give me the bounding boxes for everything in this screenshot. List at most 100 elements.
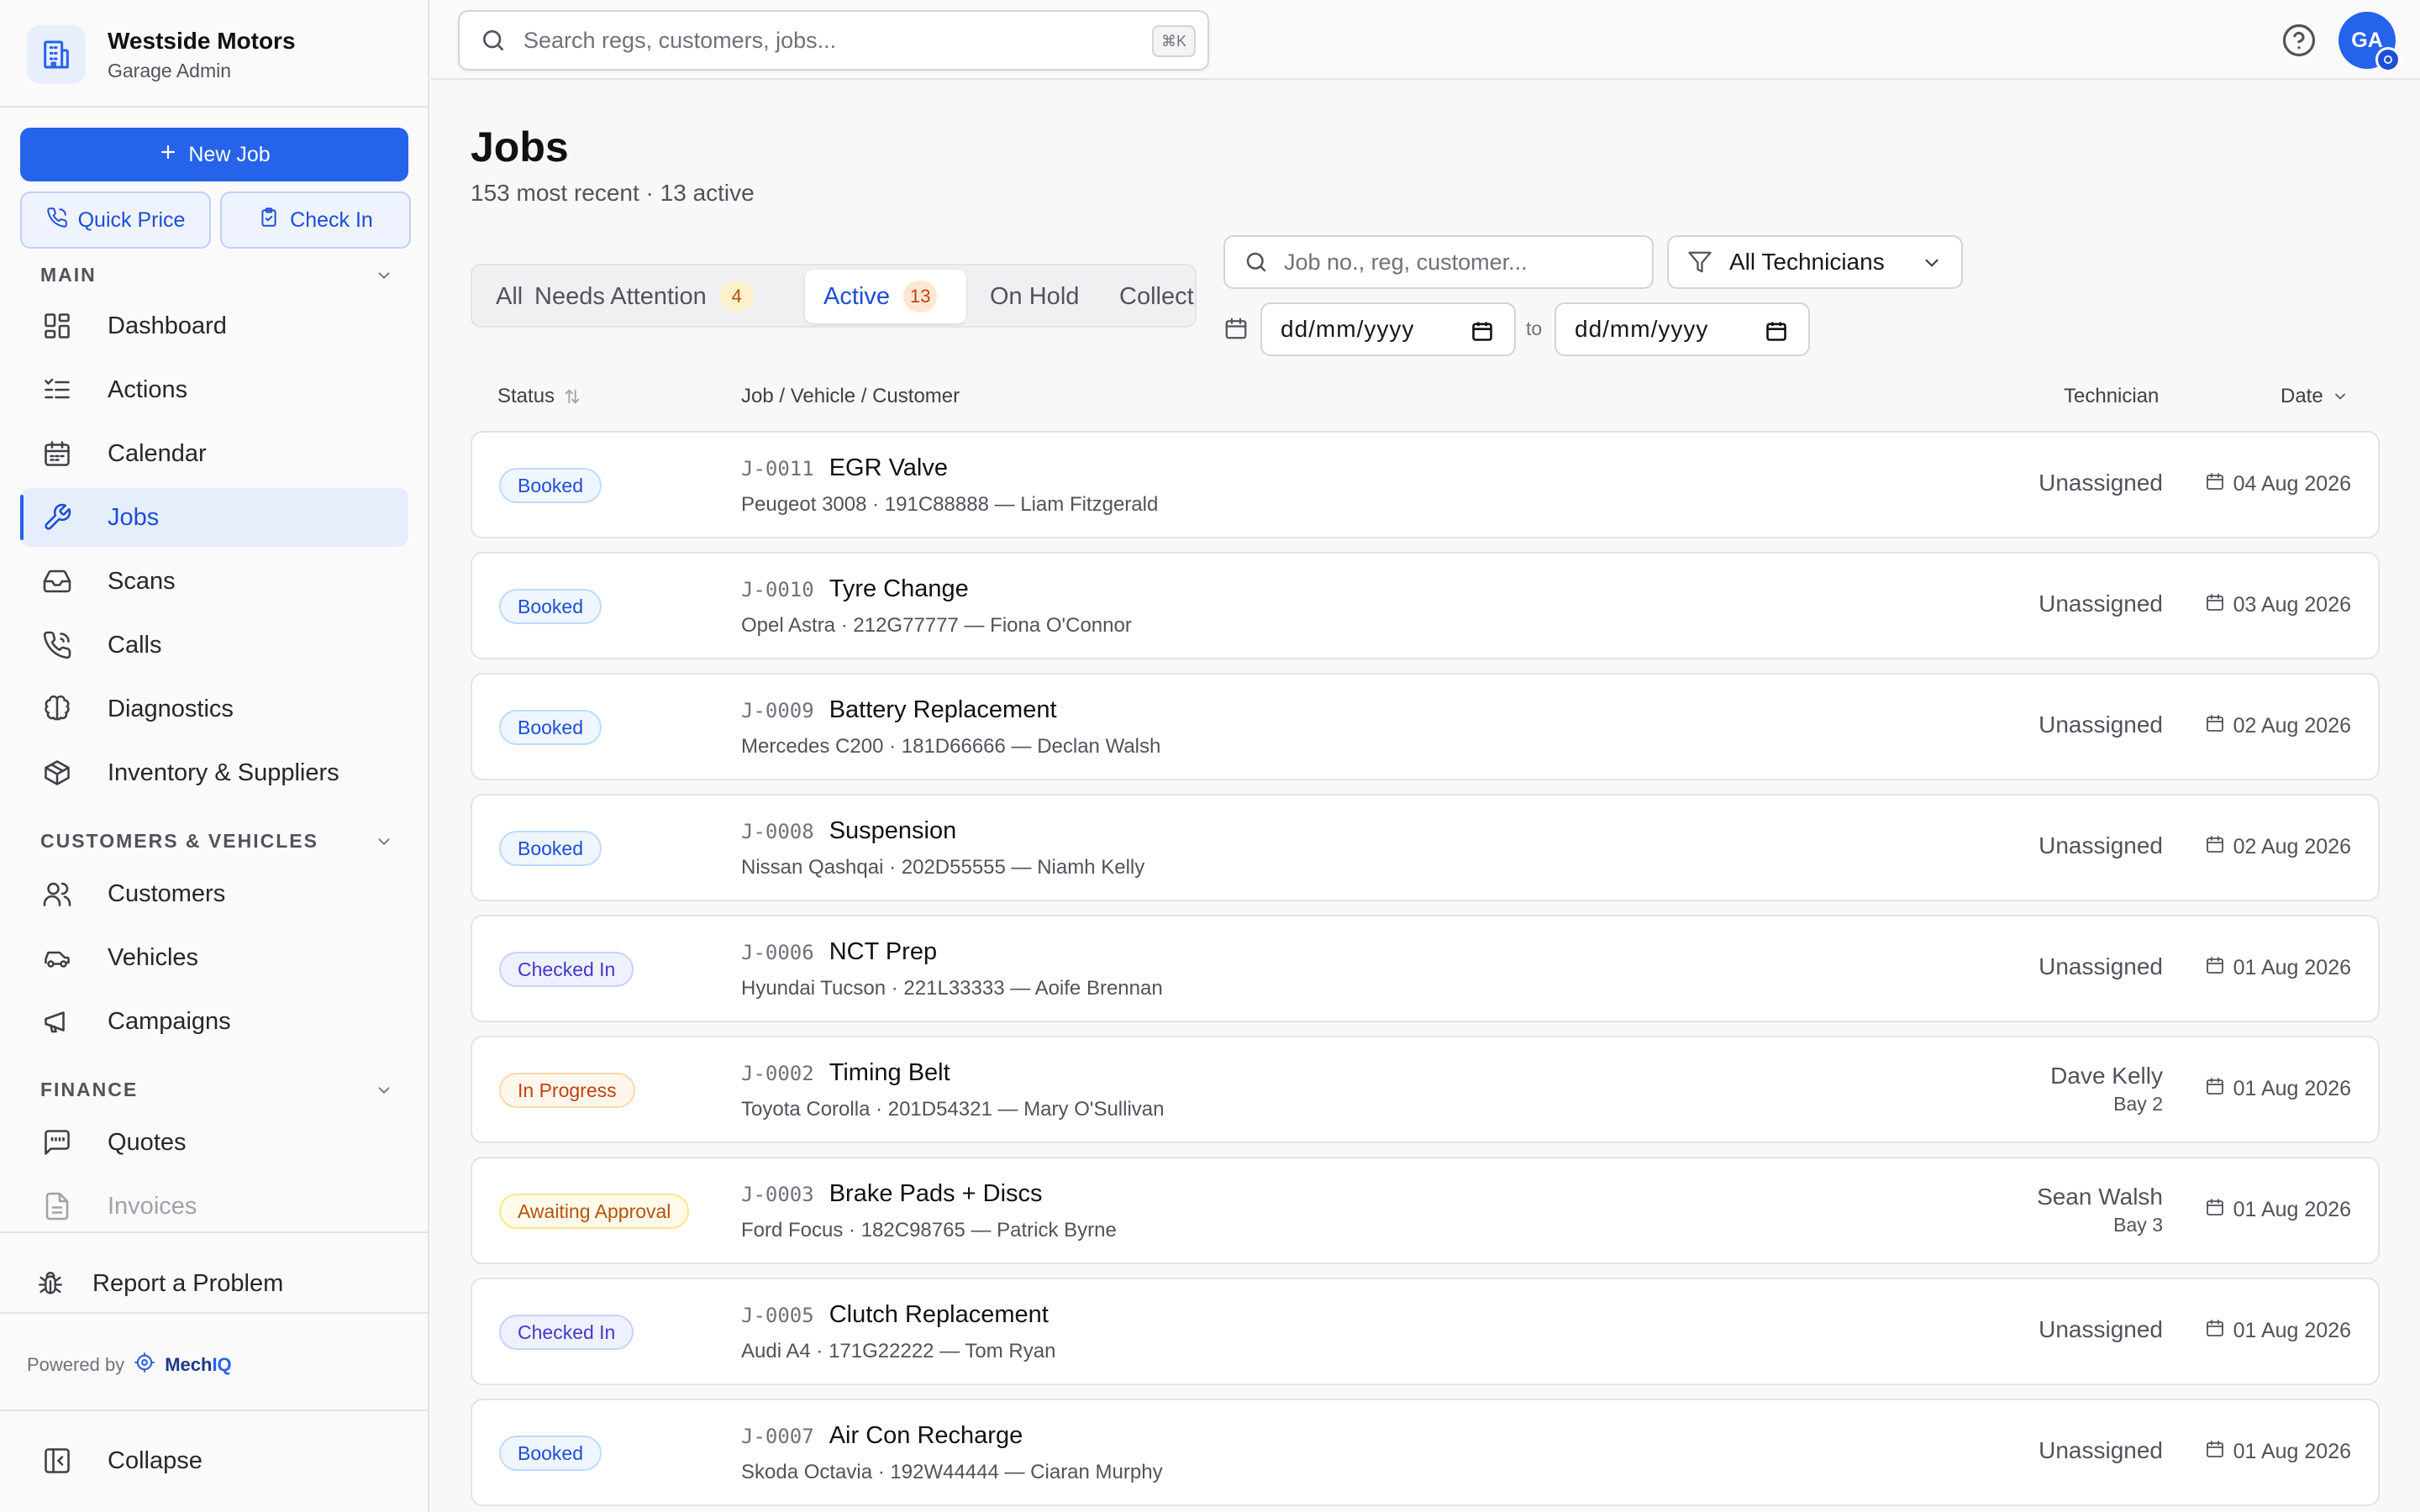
status-badge: Booked <box>499 589 602 624</box>
job-heading: J-0008 Suspension <box>741 817 956 845</box>
job-heading: J-0009 Battery Replacement <box>741 696 1057 724</box>
tab-active[interactable]: Active 13 <box>805 270 966 323</box>
sidebar-item-actions[interactable]: Actions <box>20 360 408 419</box>
divider <box>0 1231 429 1233</box>
calendar-icon <box>40 437 74 470</box>
sidebar: Westside Motors Garage Admin New Job Qui… <box>0 0 429 1512</box>
section-title: MAIN <box>40 264 97 286</box>
job-date-value: 01 Aug 2026 <box>2233 1077 2351 1100</box>
job-heading: J-0006 NCT Prep <box>741 938 937 966</box>
sidebar-item-label: Actions <box>108 375 188 403</box>
table-row[interactable]: Booked J-0011 EGR Valve Peugeot 3008 · 191C… <box>471 431 2380 538</box>
job-title: Clutch Replacement <box>829 1301 1049 1328</box>
job-date-value: 01 Aug 2026 <box>2233 956 2351 979</box>
car-icon <box>40 941 74 974</box>
table-row[interactable]: Booked J-0008 Suspension Nissan Qashqai · 2… <box>471 794 2380 901</box>
sidebar-item-quotes[interactable]: Quotes <box>20 1113 408 1172</box>
sidebar-item-invoices[interactable]: Invoices <box>20 1177 408 1236</box>
new-job-label: New Job <box>188 142 271 166</box>
global-search-input[interactable]: Search regs, customers, jobs... ⌘K <box>458 10 1209 71</box>
job-search-input[interactable]: Job no., reg, customer... <box>1223 235 1654 289</box>
technician-cell: Unassigned <box>2039 953 2163 980</box>
column-header-status[interactable]: Status <box>497 385 581 408</box>
collapse-button[interactable]: Collapse <box>20 1431 408 1490</box>
table-row[interactable]: Checked In J-0005 Clutch Replacement Audi A… <box>471 1278 2380 1385</box>
section-main-header[interactable]: MAIN <box>40 264 393 286</box>
calendar-icon <box>2205 955 2225 981</box>
tab-on-hold[interactable]: On Hold <box>971 270 1097 323</box>
sidebar-item-campaigns[interactable]: Campaigns <box>20 992 408 1051</box>
job-heading: J-0005 Clutch Replacement <box>741 1301 1049 1329</box>
dashboard-icon <box>40 309 74 343</box>
section-customers-header[interactable]: CUSTOMERS & VEHICLES <box>40 830 393 853</box>
quick-price-button[interactable]: Quick Price <box>20 192 211 249</box>
sidebar-item-diagnostics[interactable]: Diagnostics <box>20 680 408 738</box>
status-badge: Booked <box>499 710 602 745</box>
calendar-picker-icon[interactable] <box>1765 319 1788 343</box>
technician-bay: Bay 2 <box>2113 1093 2163 1115</box>
sidebar-item-scans[interactable]: Scans <box>20 552 408 611</box>
new-job-button[interactable]: New Job <box>20 128 408 181</box>
check-in-button[interactable]: Check In <box>220 192 411 249</box>
job-vehicle-customer: Toyota Corolla · 201D54321 — Mary O'Sull… <box>741 1098 1165 1121</box>
sidebar-item-calendar[interactable]: Calendar <box>20 424 408 483</box>
sidebar-item-label: Scans <box>108 567 176 595</box>
phone-icon <box>40 628 74 662</box>
table-row[interactable]: Booked J-0007 Air Con Recharge Skoda Octavi… <box>471 1399 2380 1506</box>
calendar-picker-icon[interactable] <box>1470 319 1494 343</box>
date-from-input[interactable]: dd/mm/yyyy <box>1260 302 1516 356</box>
brand[interactable]: Westside Motors Garage Admin <box>27 25 296 84</box>
sidebar-item-label: Calls <box>108 631 162 659</box>
mechiq-brand: MechIQ <box>165 1354 232 1375</box>
technician-name: Unassigned <box>2039 470 2163 496</box>
section-title: CUSTOMERS & VEHICLES <box>40 830 318 852</box>
page-title: Jobs <box>471 123 569 171</box>
sidebar-item-inventory[interactable]: Inventory & Suppliers <box>20 743 408 802</box>
technician-name: Sean Walsh <box>2037 1184 2163 1210</box>
job-date-value: 02 Aug 2026 <box>2233 714 2351 738</box>
date-to-input[interactable]: dd/mm/yyyy <box>1555 302 1810 356</box>
sidebar-item-label: Jobs <box>108 503 160 531</box>
sidebar-item-customers[interactable]: Customers <box>20 864 408 923</box>
avatar[interactable]: GA <box>2338 12 2401 72</box>
tab-collect[interactable]: Collect <box>1101 270 1195 323</box>
megaphone-icon <box>40 1005 74 1038</box>
job-search-placeholder: Job no., reg, customer... <box>1284 249 1528 275</box>
table-row[interactable]: Checked In J-0006 NCT Prep Hyundai Tucson ·… <box>471 915 2380 1022</box>
quick-price-label: Quick Price <box>77 207 186 232</box>
help-icon[interactable] <box>2281 23 2317 58</box>
sidebar-item-vehicles[interactable]: Vehicles <box>20 928 408 987</box>
report-problem-button[interactable]: Report a Problem <box>17 1254 405 1313</box>
technician-select[interactable]: All Technicians <box>1667 235 1963 289</box>
sidebar-item-dashboard[interactable]: Dashboard <box>20 297 408 355</box>
table-row[interactable]: Booked J-0010 Tyre Change Opel Astra · 212G… <box>471 552 2380 659</box>
sidebar-item-jobs[interactable]: Jobs <box>20 488 408 547</box>
table-row[interactable]: In Progress J-0002 Timing Belt Toyota Corol… <box>471 1036 2380 1143</box>
job-date: 01 Aug 2026 <box>2205 1439 2351 1465</box>
status-badge: Booked <box>499 831 602 866</box>
table-row[interactable]: Awaiting Approval J-0003 Brake Pads + Disc… <box>471 1157 2380 1264</box>
job-number: J-0002 <box>741 1062 814 1085</box>
shortcut-hint: ⌘K <box>1152 25 1196 57</box>
bug-icon <box>34 1267 67 1300</box>
sidebar-item-calls[interactable]: Calls <box>20 616 408 675</box>
tab-needs-attention[interactable]: Needs Attention 4 <box>516 270 772 323</box>
job-date-value: 01 Aug 2026 <box>2233 1319 2351 1342</box>
table-row[interactable]: Booked J-0009 Battery Replacement Mercedes … <box>471 673 2380 780</box>
job-heading: J-0002 Timing Belt <box>741 1059 950 1087</box>
divider <box>0 1312 429 1314</box>
status-badge: Booked <box>499 468 602 503</box>
technician-bay: Bay 3 <box>2113 1214 2163 1236</box>
technician-name: Unassigned <box>2039 711 2163 738</box>
mechiq-logo-icon <box>133 1351 156 1379</box>
job-date-value: 04 Aug 2026 <box>2233 472 2351 496</box>
job-heading: J-0003 Brake Pads + Discs <box>741 1180 1043 1208</box>
column-header-date[interactable]: Date <box>2281 385 2349 408</box>
divider <box>0 106 429 108</box>
brain-icon <box>40 692 74 726</box>
section-finance-header[interactable]: FINANCE <box>40 1079 393 1101</box>
page-subtitle: 153 most recent · 13 active <box>471 180 755 206</box>
job-title: Tyre Change <box>829 575 969 602</box>
report-problem-label: Report a Problem <box>92 1269 284 1297</box>
status-badge: Checked In <box>499 1315 634 1350</box>
